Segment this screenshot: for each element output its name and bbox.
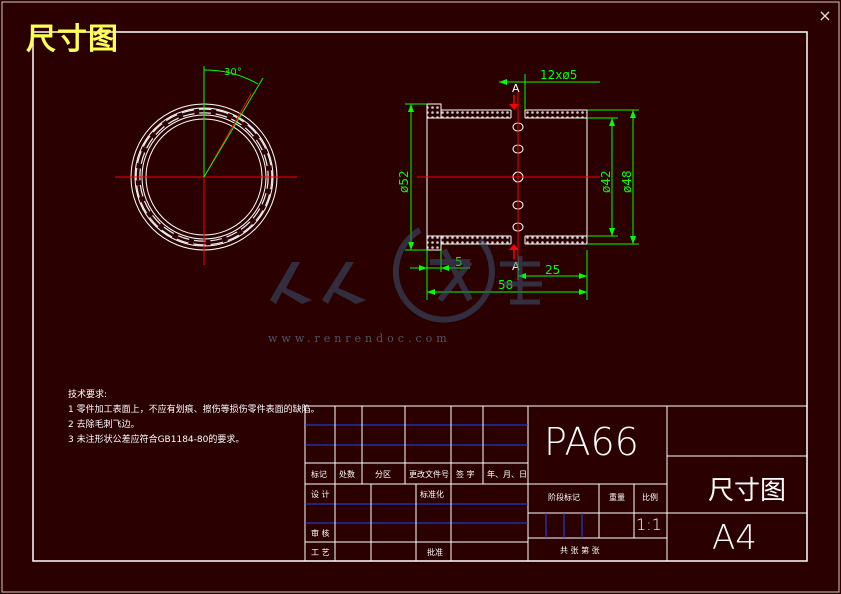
- weight-label: 重量: [609, 493, 625, 502]
- close-button[interactable]: ×: [815, 6, 835, 26]
- notes-heading: 技术要求:: [68, 390, 108, 400]
- technical-notes: 技术要求: 1 零件加工表面上，不应有划痕、擦伤等损伤零件表面的缺陷。 2 去除…: [68, 388, 320, 448]
- body-dia-label: ø48: [620, 170, 634, 193]
- sheet-size: A4: [712, 518, 757, 558]
- stage-mark: 阶段标记: [548, 493, 580, 502]
- hdr-mark: 标记: [311, 470, 327, 479]
- hdr-date: 年、月、日: [487, 470, 527, 479]
- hdr-count: 处数: [339, 470, 355, 479]
- holes-label: 12xø5: [540, 68, 577, 82]
- ring-end-view: 30°: [115, 66, 297, 265]
- scale-value: 1:1: [636, 515, 662, 534]
- material-label: PA66: [544, 420, 639, 464]
- ratio-label: 比例: [642, 493, 658, 502]
- notes-item: 2 去除毛刺飞边。: [68, 420, 140, 430]
- outer-dia-label: ø52: [397, 170, 411, 193]
- hdr-zone: 分区: [375, 470, 391, 479]
- row-review: 审 核: [311, 529, 330, 538]
- angle-label: 30°: [224, 67, 242, 78]
- inner-dia-label: ø42: [599, 170, 613, 193]
- page-title: 尺寸图: [26, 22, 119, 57]
- row-design: 设 计: [311, 490, 330, 499]
- watermark-url: www.renrendoc.com: [268, 332, 451, 345]
- inner-border: [32, 31, 808, 562]
- sheets-label: 共 张 第 张: [560, 546, 600, 555]
- hdr-sign: 签 字: [456, 470, 475, 479]
- row-process: 工 艺: [311, 548, 330, 557]
- half-len-label: 25: [545, 263, 560, 277]
- row-approve: 批准: [427, 548, 443, 557]
- notes-item: 1 零件加工表面上，不应有划痕、擦伤等损伤零件表面的缺陷。: [68, 405, 320, 415]
- drawing-sheet: 30° A A 12xø5 ø52 ø42 ø48 5 25 58 尺寸图 × …: [0, 0, 841, 594]
- section-a-top: A: [512, 82, 520, 95]
- row-standard: 标准化: [420, 490, 444, 499]
- drawing-name: 尺寸图: [708, 476, 787, 506]
- hdr-change-doc: 更改文件号: [409, 470, 449, 479]
- notes-item: 3 未注形状公差应符合GB1184-80的要求。: [68, 435, 245, 445]
